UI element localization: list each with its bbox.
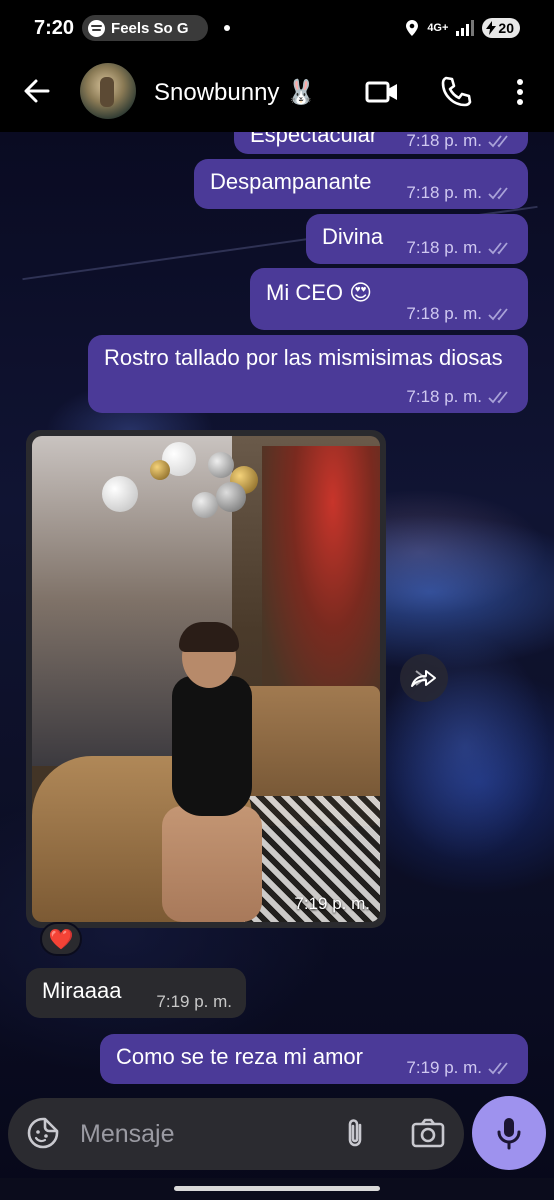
forward-button[interactable] — [400, 654, 448, 702]
contact-name[interactable]: Snowbunny 🐰 — [154, 78, 316, 107]
message-time: 7:19 p. m. — [406, 1058, 482, 1077]
chat-header: Snowbunny 🐰 — [0, 56, 554, 132]
battery-bolt-icon — [486, 21, 497, 35]
signal-icon — [456, 20, 475, 36]
message-time: 7:18 p. m. — [406, 304, 482, 323]
message-meta: 7:18 p. m. — [406, 387, 514, 407]
attachment-icon[interactable] — [338, 1116, 372, 1150]
message-meta: 7:19 p. m. — [406, 1058, 514, 1078]
notification-dot — [224, 25, 231, 31]
message-bubble-outgoing[interactable]: Mi CEO 😍 7:18 p. m. — [250, 268, 528, 330]
reaction-emoji: ❤️ — [48, 928, 74, 951]
back-arrow-icon[interactable] — [22, 76, 52, 106]
read-receipt-icon — [488, 242, 508, 255]
message-meta: 7:19 p. m. — [156, 992, 232, 1012]
message-list[interactable]: Espectacular 7:18 p. m. Despampanante 7:… — [0, 132, 554, 1100]
message-bubble-outgoing[interactable]: Divina 7:18 p. m. — [306, 214, 528, 264]
read-receipt-icon — [488, 1062, 508, 1075]
message-time: 7:18 p. m. — [406, 387, 482, 406]
battery-level: 20 — [498, 20, 514, 36]
message-time: 7:18 p. m. — [406, 183, 482, 202]
home-gesture-handle[interactable] — [174, 1186, 380, 1191]
network-type: 4G+ — [427, 22, 449, 34]
reaction-badge[interactable]: ❤️ — [40, 922, 82, 956]
battery-indicator: 20 — [482, 18, 520, 38]
now-playing-title: Feels So G — [111, 19, 189, 37]
video-call-icon[interactable] — [364, 74, 400, 110]
phone-call-icon[interactable] — [438, 74, 474, 110]
now-playing-chip[interactable]: Feels So G — [82, 15, 209, 41]
message-time: 7:18 p. m. — [406, 238, 482, 257]
message-time: 7:19 p. m. — [156, 992, 232, 1011]
status-bar: 7:20 Feels So G 4G+ 20 — [0, 0, 554, 56]
microphone-icon — [497, 1118, 521, 1150]
message-time: 7:19 p. m. — [294, 894, 370, 913]
message-bubble-outgoing[interactable]: Rostro tallado por las mismisimas diosas… — [88, 335, 528, 413]
voice-message-button[interactable] — [472, 1096, 546, 1170]
camera-icon[interactable] — [410, 1116, 446, 1150]
read-receipt-icon — [488, 391, 508, 404]
status-icons: 4G+ 20 — [405, 18, 520, 38]
message-input[interactable]: Mensaje — [80, 1120, 175, 1149]
message-time: 7:18 p. m. — [406, 132, 482, 150]
message-meta: 7:18 p. m. — [406, 304, 514, 324]
photo-message[interactable]: 7:19 p. m. — [26, 430, 386, 928]
message-bubble-outgoing[interactable]: Como se te reza mi amor 7:19 p. m. — [100, 1034, 528, 1084]
sticker-emoji-icon[interactable] — [26, 1116, 60, 1150]
forward-icon — [411, 670, 436, 687]
contact-avatar[interactable] — [80, 63, 136, 119]
message-text: Rostro tallado por las mismisimas diosas — [104, 345, 503, 370]
shared-photo[interactable]: 7:19 p. m. — [32, 436, 380, 922]
spotify-icon — [88, 19, 106, 37]
message-bubble-outgoing[interactable]: Despampanante 7:18 p. m. — [194, 159, 528, 209]
read-receipt-icon — [488, 308, 508, 321]
message-bubble-outgoing[interactable]: Espectacular 7:18 p. m. — [234, 132, 528, 154]
message-meta: 7:18 p. m. — [406, 238, 514, 258]
location-icon — [406, 20, 419, 36]
status-time: 7:20 — [34, 16, 75, 39]
message-meta: 7:18 p. m. — [406, 132, 514, 151]
message-meta: 7:18 p. m. — [406, 183, 514, 203]
read-receipt-icon — [488, 135, 508, 148]
read-receipt-icon — [488, 187, 508, 200]
message-composer[interactable]: Mensaje — [8, 1098, 464, 1170]
system-navigation-bar — [0, 1178, 554, 1200]
more-options-icon[interactable] — [502, 74, 538, 110]
message-bubble-incoming[interactable]: Miraaaa 7:19 p. m. — [26, 968, 246, 1018]
